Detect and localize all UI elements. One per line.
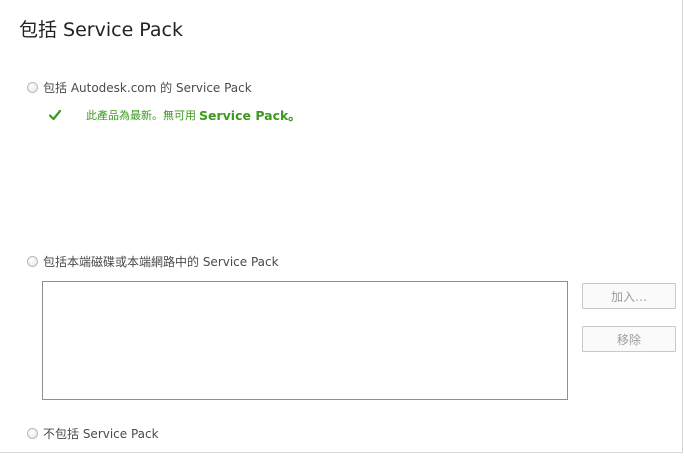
- radio-online-label: 包括 Autodesk.com 的 Service Pack: [43, 80, 252, 95]
- radio-no-service-pack[interactable]: 不包括 Service Pack: [27, 425, 159, 441]
- check-icon: [48, 109, 62, 120]
- radio-none-label: 不包括 Service Pack: [43, 426, 159, 441]
- service-pack-panel: 包括 Service Pack 包括 Autodesk.com 的 Servic…: [0, 0, 683, 453]
- status-message: 此產品為最新。無可用 Service Pack。: [48, 105, 301, 124]
- radio-button-icon[interactable]: [27, 81, 38, 93]
- radio-button-icon[interactable]: [27, 427, 38, 439]
- page-title: 包括 Service Pack: [19, 19, 183, 41]
- radio-local-service-pack[interactable]: 包括本端磁碟或本端網路中的 Service Pack: [27, 253, 279, 269]
- radio-online-service-pack[interactable]: 包括 Autodesk.com 的 Service Pack: [27, 79, 252, 95]
- remove-button[interactable]: 移除: [582, 326, 676, 352]
- add-button[interactable]: 加入…: [582, 283, 676, 309]
- status-text: 此產品為最新。無可用: [86, 108, 196, 122]
- status-text-strong: Service Pack。: [199, 108, 301, 123]
- radio-button-icon[interactable]: [27, 255, 38, 267]
- service-pack-list[interactable]: [42, 281, 568, 400]
- radio-local-label: 包括本端磁碟或本端網路中的 Service Pack: [43, 254, 279, 269]
